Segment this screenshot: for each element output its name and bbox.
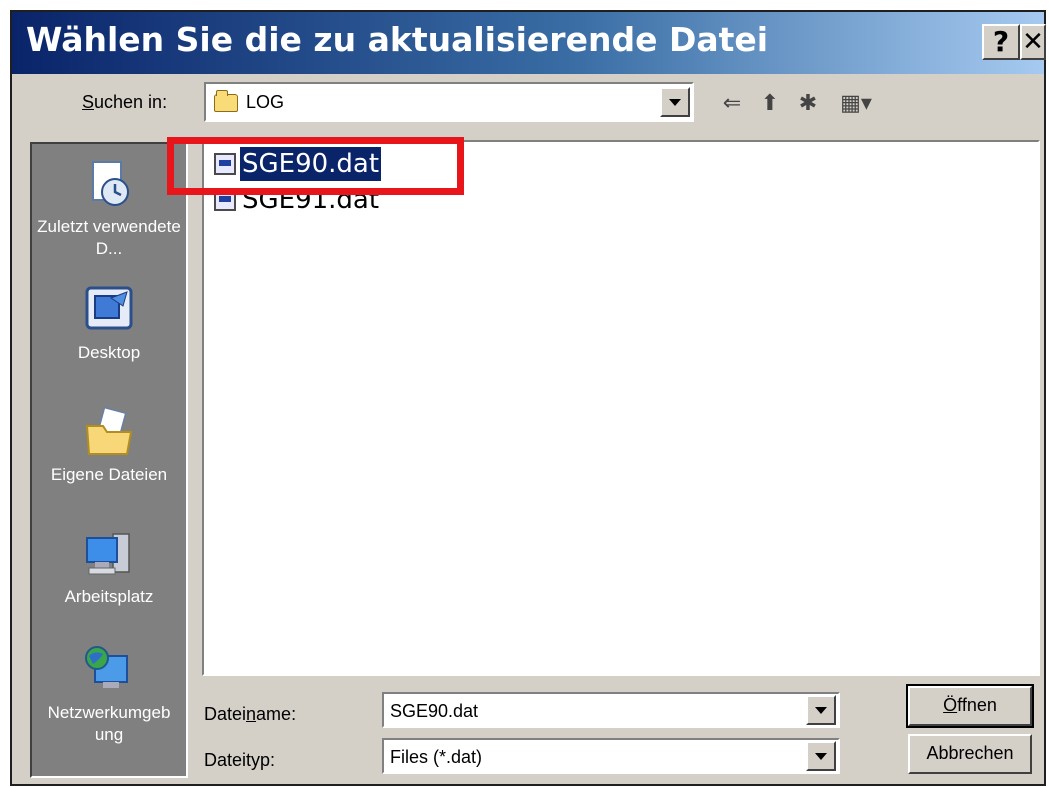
filetype-combobox[interactable]: Files (*.dat) <box>382 738 840 774</box>
place-label: Desktop <box>77 343 141 362</box>
place-my-documents[interactable]: Eigene Dateien <box>32 406 186 486</box>
place-label: Eigene Dateien <box>50 465 168 484</box>
new-folder-icon[interactable]: ✱ <box>794 90 822 118</box>
lookin-combobox[interactable]: LOG <box>204 82 694 122</box>
place-my-computer[interactable]: Arbeitsplatz <box>32 528 186 608</box>
view-menu-icon[interactable]: ▦▾ <box>834 90 878 118</box>
open-button[interactable]: Öffnen <box>906 684 1034 728</box>
filename-dropdown-arrow[interactable] <box>806 695 836 725</box>
folder-icon <box>214 90 238 112</box>
lookin-label: Suchen in: <box>82 92 168 112</box>
place-recent[interactable]: Zuletzt verwendete D... <box>32 158 186 260</box>
file-open-dialog: Wählen Sie die zu aktualisierende Datei … <box>10 10 1046 786</box>
title-bar[interactable]: Wählen Sie die zu aktualisierende Datei … <box>12 12 1046 74</box>
filename-value: SGE90.dat <box>390 701 479 721</box>
my-computer-icon <box>83 528 135 580</box>
back-icon[interactable]: ⇐ <box>718 90 746 118</box>
lookin-value: LOG <box>246 92 285 112</box>
place-desktop[interactable]: Desktop <box>32 284 186 364</box>
place-label: Arbeitsplatz <box>64 587 154 606</box>
red-highlight-annotation <box>167 137 464 195</box>
filetype-dropdown-arrow[interactable] <box>806 741 836 771</box>
places-bar: Zuletzt verwendete D... Desktop Eigene D… <box>30 142 188 778</box>
file-list[interactable]: SGE90.dat SGE91.dat <box>202 140 1040 676</box>
lookin-dropdown-arrow[interactable] <box>660 87 690 117</box>
filename-combobox[interactable]: SGE90.dat <box>382 692 840 728</box>
place-label: Netzwerkumgeb ung <box>47 703 171 744</box>
filetype-value: Files (*.dat) <box>390 747 483 767</box>
help-button[interactable]: ? <box>982 24 1020 60</box>
dialog-title: Wählen Sie die zu aktualisierende Datei <box>26 20 769 59</box>
cancel-button[interactable]: Abbrechen <box>908 734 1032 774</box>
recent-documents-icon <box>83 158 135 210</box>
filename-label: Dateiname: <box>204 704 297 724</box>
desktop-icon <box>83 284 135 336</box>
place-label: Zuletzt verwendete D... <box>37 217 181 258</box>
close-button[interactable]: ✕ <box>1020 24 1046 60</box>
network-places-icon <box>83 644 135 696</box>
up-folder-icon[interactable]: ⬆ <box>756 90 784 118</box>
my-documents-icon <box>83 406 135 458</box>
filetype-label: Dateityp: <box>204 750 276 770</box>
place-network[interactable]: Netzwerkumgeb ung <box>32 644 186 746</box>
